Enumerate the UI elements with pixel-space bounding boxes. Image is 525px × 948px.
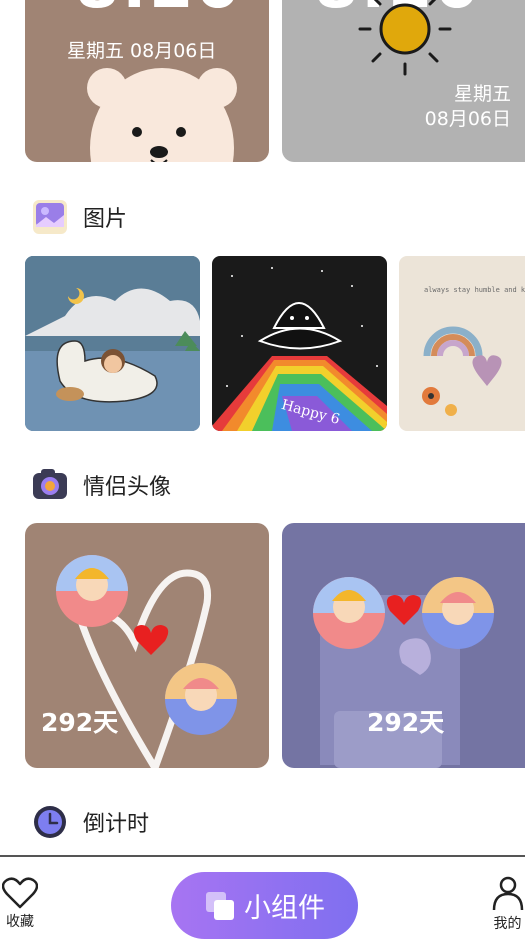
clock-icon: [34, 806, 66, 838]
nav-favorites[interactable]: 收藏: [0, 877, 40, 931]
days-counter: 292天: [41, 708, 119, 737]
section-title: 倒计时: [83, 812, 150, 837]
days-counter: 292天: [367, 708, 445, 737]
sun-icon: [358, 0, 452, 76]
widget-button-label: 小组件: [244, 893, 325, 924]
clock-widget-sun[interactable]: 8:20 星期五 08月06日: [282, 0, 525, 162]
ufo-rainbow-illustration: Happy 6: [212, 267, 387, 431]
widget-date: 08月06日: [424, 108, 511, 130]
widget-weekday: 星期五: [453, 83, 511, 105]
widget-button[interactable]: 小组件: [171, 872, 358, 939]
heart-icon: [2, 877, 38, 909]
bottom-navigation-bar: 收藏 小组件 我的: [0, 855, 525, 948]
couple-card[interactable]: 292天: [282, 523, 525, 768]
widget-icon: [206, 891, 234, 920]
clock-widget-bear[interactable]: 8:20 星期五 08月06日: [25, 0, 269, 162]
section-header-couple-avatars: 情侣头像: [32, 467, 171, 503]
section-title: 图片: [83, 207, 128, 232]
picture-icon: [33, 200, 67, 234]
widget-date: 星期五 08月06日: [67, 40, 217, 62]
picture-thumbnail-rainbow[interactable]: always stay humble and kind: [399, 256, 525, 431]
section-header-pictures: 图片: [32, 199, 127, 235]
couple-card[interactable]: 292天: [25, 523, 269, 768]
rainbow-flower-illustration: always stay humble and kind: [422, 286, 525, 416]
section-header-countdown: 倒计时: [32, 804, 149, 840]
person-icon: [492, 876, 523, 911]
widget-time: 8:20: [75, 0, 242, 18]
nav-label: 收藏: [6, 914, 34, 930]
nav-me[interactable]: 我的: [490, 875, 525, 933]
picture-thumbnail-ufo[interactable]: Happy 6: [212, 256, 387, 431]
duck-boat-illustration: [25, 256, 200, 431]
picture-thumbnail-duck[interactable]: [25, 256, 200, 431]
bear-illustration: [87, 68, 237, 162]
quote-text: always stay humble and kind: [424, 286, 525, 294]
widget-date-stack: 星期五 08月06日: [425, 82, 511, 132]
nav-label: 我的: [493, 916, 522, 932]
main-scroll-area[interactable]: 8:20 星期五 08月06日 8:20: [0, 0, 525, 855]
camera-icon: [33, 469, 67, 499]
section-title: 情侣头像: [83, 475, 172, 500]
